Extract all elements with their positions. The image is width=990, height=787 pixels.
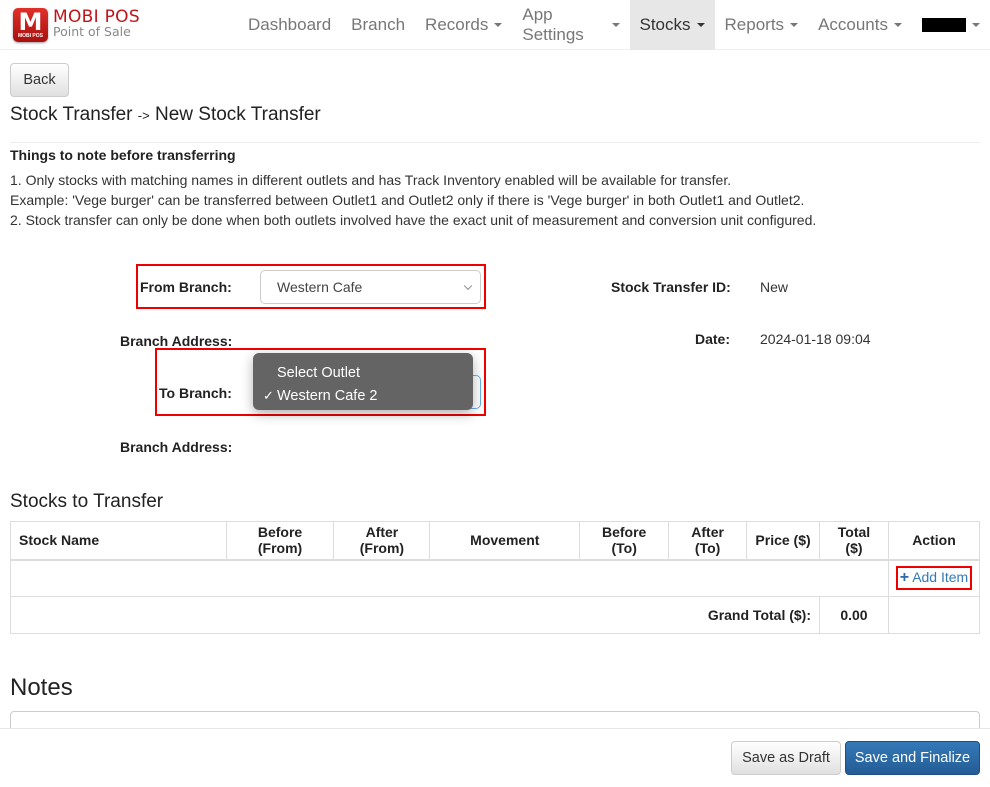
col-action: Action	[887, 521, 981, 561]
footer-action-bar: Save as Draft Save and Finalize	[0, 728, 990, 787]
from-branch-label: From Branch:	[140, 279, 232, 295]
col-after-to: After (To)	[668, 521, 748, 561]
nav-stocks[interactable]: Stocks	[629, 0, 715, 50]
save-and-finalize-button[interactable]: Save and Finalize	[845, 741, 980, 775]
grand-total-row: Grand Total ($): 0.00	[10, 596, 981, 634]
nav-dashboard-label: Dashboard	[248, 15, 332, 34]
table-header-row: Stock Name Before (From) After (From) Mo…	[10, 521, 981, 561]
main-nav: Dashboard Branch Records App Settings St…	[238, 0, 990, 50]
nav-reports-label: Reports	[724, 15, 785, 34]
back-button[interactable]: Back	[10, 63, 69, 97]
transfer-id-label: Stock Transfer ID:	[611, 279, 731, 295]
add-item-button[interactable]: + Add Item	[895, 566, 973, 591]
col-stock-name: Stock Name	[10, 521, 227, 561]
stocks-section-title: Stocks to Transfer	[10, 491, 164, 512]
nav-stocks-label: Stocks	[639, 15, 691, 34]
nav-records[interactable]: Records	[415, 0, 512, 50]
to-branch-address-label: Branch Address:	[120, 439, 233, 455]
notes-info-line: 1. Only stocks with matching names in di…	[10, 172, 732, 188]
action-cell: + Add Item	[887, 559, 981, 597]
brand-subtitle: Point of Sale	[53, 24, 131, 39]
empty-cell	[887, 596, 981, 634]
caret-down-icon	[894, 23, 902, 27]
notes-info-line: 2. Stock transfer can only be done when …	[10, 212, 817, 228]
from-branch-select[interactable]: Western Cafe	[260, 270, 481, 304]
nav-reports[interactable]: Reports	[715, 0, 809, 50]
plus-icon: +	[899, 569, 910, 587]
breadcrumb-separator: ->	[137, 108, 150, 123]
stocks-table: Stock Name Before (From) After (From) Mo…	[10, 521, 981, 634]
notes-info-line: Example: 'Vege burger' can be transferre…	[10, 192, 805, 208]
redacted-username	[922, 18, 966, 32]
nav-accounts[interactable]: Accounts	[808, 0, 912, 50]
notes-info-heading: Things to note before transferring	[10, 147, 236, 163]
nav-app-settings-label: App Settings	[522, 5, 584, 44]
breadcrumb-current: New Stock Transfer	[154, 104, 321, 125]
col-after-from: After (From)	[333, 521, 431, 561]
checkmark-icon: ✓	[263, 387, 274, 403]
logo-subtext: MOBI POS	[17, 33, 43, 39]
from-branch-value: Western Cafe	[277, 279, 363, 295]
col-before-from: Before (From)	[225, 521, 335, 561]
save-as-draft-button[interactable]: Save as Draft	[731, 741, 841, 775]
brand-logo-icon[interactable]: M MOBI POS	[13, 8, 48, 42]
chevron-down-icon	[463, 281, 473, 291]
breadcrumb-parent: Stock Transfer	[10, 104, 133, 125]
navbar: M MOBI POS MOBI POS Point of Sale Dashbo…	[0, 0, 990, 50]
grand-total-value: 0.00	[819, 596, 889, 634]
col-price: Price ($)	[746, 521, 820, 561]
caret-down-icon	[696, 23, 705, 27]
nav-user-menu[interactable]	[912, 0, 990, 50]
page-title: Stock Transfer -> New Stock Transfer	[10, 104, 321, 126]
logo-letter: M	[18, 8, 43, 36]
from-branch-address-label: Branch Address:	[120, 333, 233, 349]
nav-branch[interactable]: Branch	[341, 0, 415, 50]
nav-accounts-label: Accounts	[818, 15, 888, 34]
to-branch-dropdown: Select Outlet ✓ Western Cafe 2	[253, 353, 473, 410]
nav-records-label: Records	[425, 15, 489, 34]
option-label: Western Cafe 2	[277, 387, 378, 404]
col-before-to: Before (To)	[579, 521, 670, 561]
transfer-id-value: New	[760, 279, 789, 295]
caret-down-icon	[611, 23, 620, 27]
grand-total-label: Grand Total ($):	[10, 596, 820, 634]
empty-cell	[10, 559, 889, 597]
divider	[10, 142, 980, 143]
col-movement: Movement	[429, 521, 581, 561]
notes-title: Notes	[10, 674, 73, 701]
date-label: Date:	[695, 331, 731, 347]
add-item-label: Add Item	[912, 569, 969, 586]
caret-down-icon	[494, 23, 503, 27]
nav-branch-label: Branch	[351, 15, 406, 34]
add-item-row: + Add Item	[10, 559, 981, 597]
caret-down-icon	[790, 23, 799, 27]
dropdown-option-western-cafe-2[interactable]: ✓ Western Cafe 2	[253, 384, 473, 407]
date-value: 2024-01-18 09:04	[760, 331, 871, 347]
nav-app-settings[interactable]: App Settings	[512, 0, 629, 50]
to-branch-label: To Branch:	[159, 385, 232, 401]
col-total: Total ($)	[819, 521, 889, 561]
caret-down-icon	[972, 23, 980, 27]
dropdown-option-select-outlet[interactable]: Select Outlet	[253, 361, 473, 384]
nav-dashboard[interactable]: Dashboard	[238, 0, 341, 50]
option-label: Select Outlet	[277, 364, 361, 381]
